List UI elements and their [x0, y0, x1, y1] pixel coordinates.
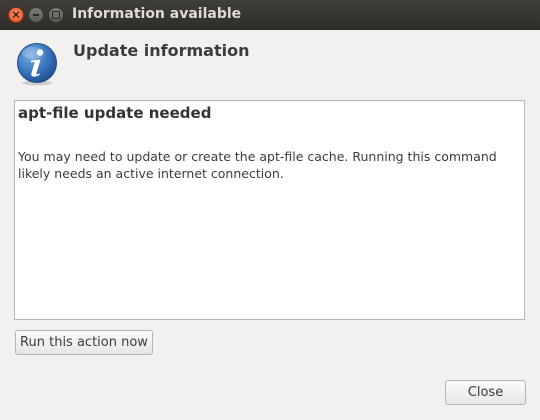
window-title: Information available [72, 6, 242, 22]
maximize-icon [52, 11, 60, 19]
message-heading: apt-file update needed [18, 104, 212, 122]
message-panel: apt-file update needed You may need to u… [14, 100, 525, 320]
window-close-button[interactable]: × [8, 7, 24, 23]
run-action-button[interactable]: Run this action now [15, 330, 153, 355]
message-body: You may need to update or create the apt… [18, 149, 497, 181]
window-minimize-button[interactable] [28, 7, 44, 23]
info-icon [17, 43, 57, 86]
minimize-icon [33, 14, 39, 16]
window-maximize-button[interactable] [48, 7, 64, 23]
close-button[interactable]: Close [445, 380, 526, 405]
dialog-window: × Information available Update informati… [0, 0, 540, 420]
title-bar[interactable]: × Information available [0, 0, 540, 30]
dialog-heading: Update information [73, 41, 250, 60]
close-icon: × [11, 8, 21, 21]
